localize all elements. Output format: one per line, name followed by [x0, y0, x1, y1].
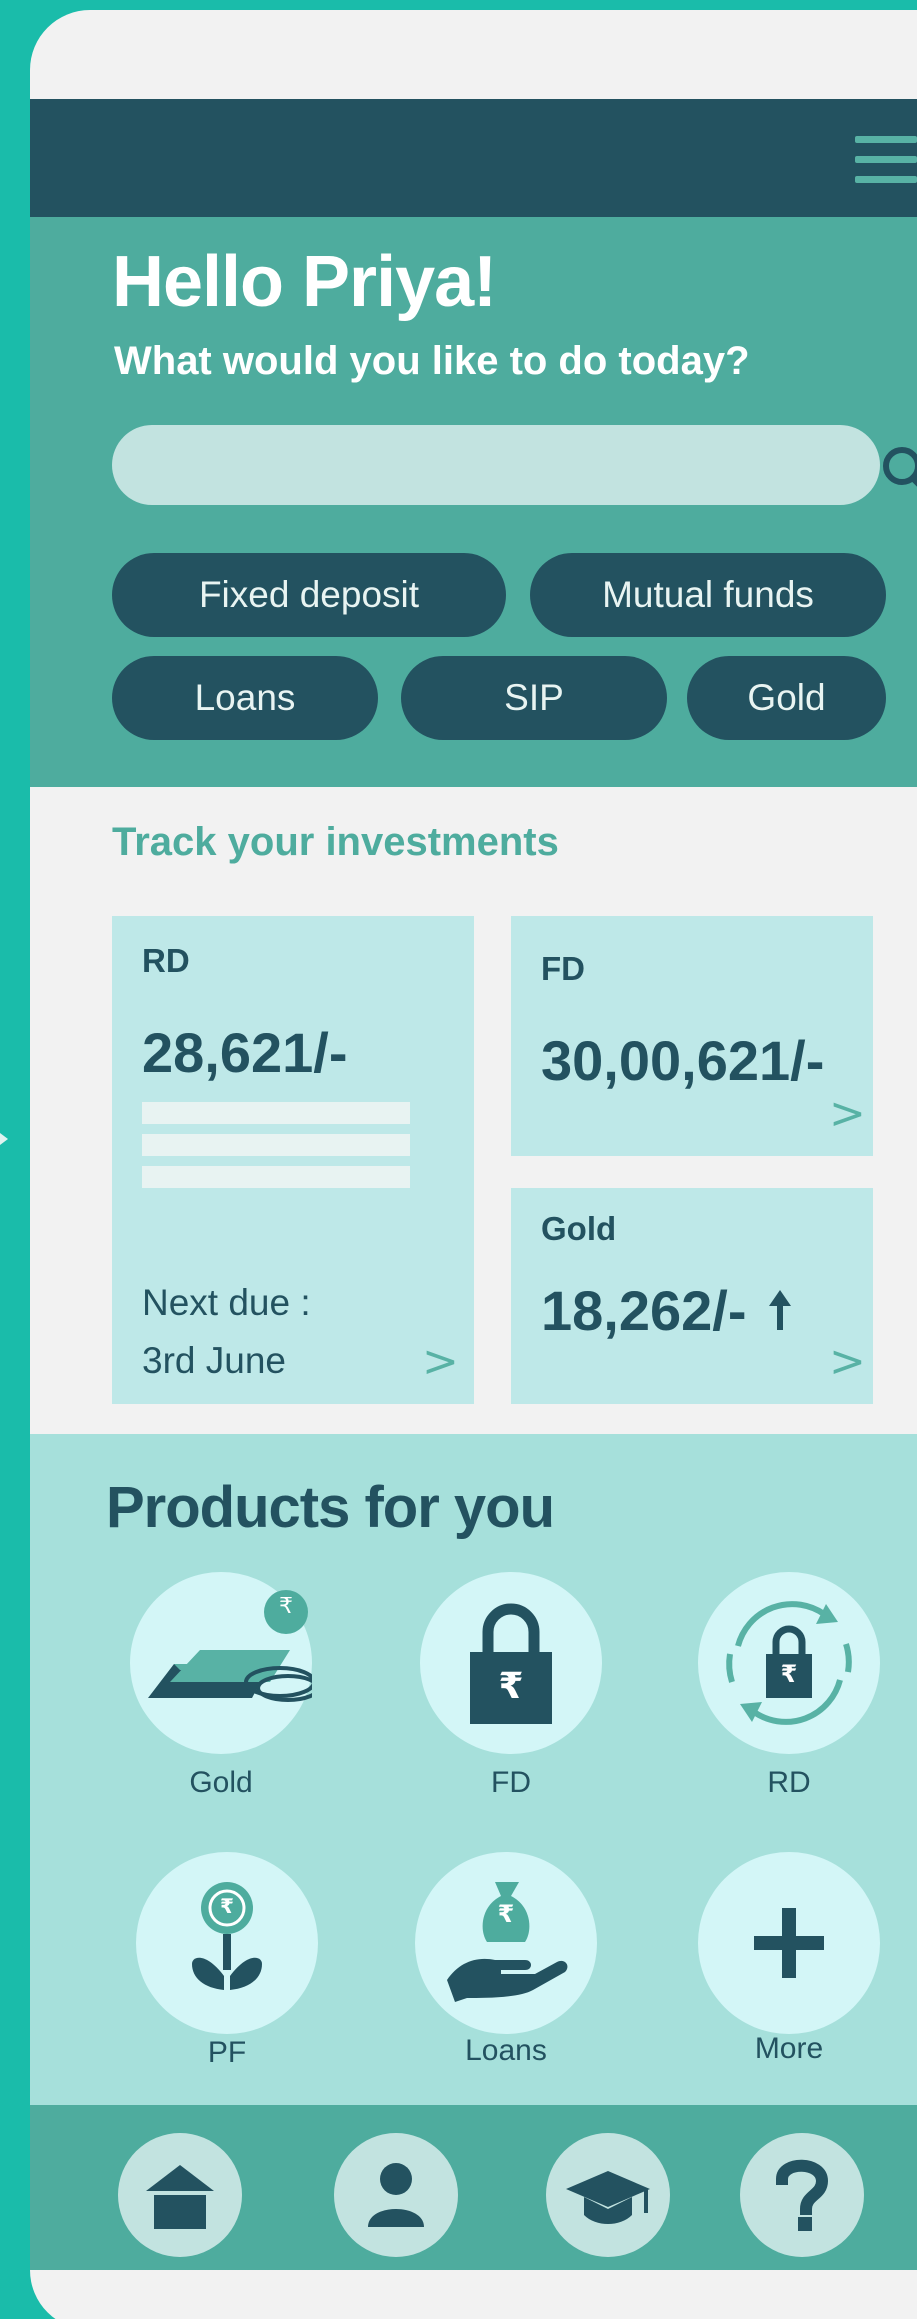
nav-learn[interactable]: [546, 2133, 670, 2257]
product-loans[interactable]: ₹: [415, 1852, 597, 2034]
product-loans-label: Loans: [465, 2034, 547, 2067]
placeholder-bar: [142, 1134, 410, 1156]
fd-amount: 30,00,621/-: [541, 1029, 825, 1092]
products-title: Products for you: [106, 1475, 555, 1540]
chip-loans[interactable]: Loans: [112, 656, 378, 740]
gold-label: Gold: [541, 1210, 617, 1247]
greeting-title: Hello Priya!: [112, 242, 497, 322]
gold-amount: 18,262/-: [541, 1279, 747, 1342]
product-rd[interactable]: ₹: [698, 1572, 880, 1754]
rupee-symbol: ₹: [498, 1666, 524, 1707]
chip-sip[interactable]: SIP: [401, 656, 667, 740]
rupee-symbol: ₹: [279, 1594, 293, 1619]
bottom-nav: [30, 2105, 917, 2270]
hand-money-bag-icon: [447, 1882, 568, 2002]
rupee-symbol: ₹: [780, 1660, 798, 1688]
placeholder-bar: [142, 1102, 410, 1124]
greeting-subtitle: What would you like to do today?: [114, 339, 750, 383]
rd-label: RD: [142, 942, 190, 979]
product-more[interactable]: [698, 1852, 880, 2034]
chip-fixed-deposit[interactable]: Fixed deposit: [112, 553, 506, 637]
rupee-symbol: ₹: [220, 1894, 234, 1918]
menu-icon[interactable]: [855, 136, 917, 184]
product-rd-label: RD: [767, 1766, 811, 1799]
hero-section: Hello Priya! What would you like to do t…: [30, 217, 917, 787]
graduation-cap-icon: [566, 2171, 650, 2224]
arrow-up-icon: [769, 1290, 791, 1330]
rd-due-label: Next due :: [142, 1282, 311, 1323]
rd-card[interactable]: RD 28,621/- Next due : 3rd June >: [112, 916, 474, 1404]
nav-help[interactable]: [740, 2133, 864, 2257]
rupee-plant-icon: [192, 1882, 262, 1990]
product-gold[interactable]: ₹: [130, 1572, 312, 1754]
chevron-right-icon[interactable]: >: [422, 1336, 459, 1387]
chip-mutual-funds[interactable]: Mutual funds: [530, 553, 886, 637]
padlock-rupee-icon: [470, 1603, 552, 1724]
chevron-right-icon[interactable]: >: [829, 1088, 866, 1139]
products-section: Products for you ₹ Gold ₹ FD ₹ RD ₹ PF ₹…: [30, 1434, 917, 2105]
nav-home[interactable]: [118, 2133, 242, 2257]
nav-profile[interactable]: [334, 2133, 458, 2257]
rd-amount: 28,621/-: [142, 1021, 348, 1084]
phone-screen: Hello Priya! What would you like to do t…: [30, 10, 917, 2319]
chevron-right-icon[interactable]: >: [829, 1336, 866, 1387]
plus-icon: [754, 1908, 824, 1978]
help-icon: [775, 2159, 829, 2231]
rd-due-date: 3rd June: [142, 1340, 286, 1381]
gold-card[interactable]: Gold 18,262/- >: [511, 1188, 873, 1404]
search-bar[interactable]: [112, 425, 917, 505]
chip-gold[interactable]: Gold: [687, 656, 886, 740]
search-icon[interactable]: [878, 442, 917, 502]
home-icon: [146, 2165, 214, 2229]
product-more-label: More: [754, 2032, 824, 2065]
product-fd-label: FD: [491, 1766, 531, 1799]
product-gold-label: Gold: [189, 1766, 253, 1799]
fd-label: FD: [541, 950, 585, 987]
product-pf-label: PF: [207, 2036, 247, 2069]
app-bar: [30, 99, 917, 217]
user-icon: [368, 2163, 424, 2227]
product-fd[interactable]: ₹: [420, 1572, 602, 1754]
placeholder-bar: [142, 1166, 410, 1188]
product-pf[interactable]: ₹: [136, 1852, 318, 2034]
fd-card[interactable]: FD 30,00,621/- >: [511, 916, 873, 1156]
investments-title: Track your investments: [112, 820, 559, 864]
rupee-symbol: ₹: [497, 1900, 515, 1928]
search-input[interactable]: [142, 441, 782, 489]
side-arrow-icon: [0, 1133, 8, 1145]
